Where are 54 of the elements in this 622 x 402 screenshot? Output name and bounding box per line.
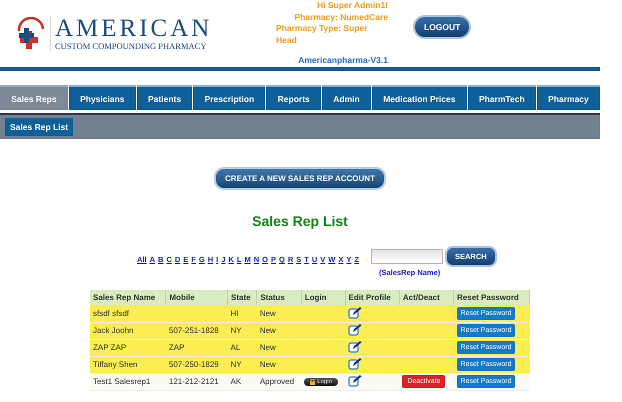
version-text: Americanpharma-V3.1: [298, 55, 388, 67]
table-cell: ZAP ZAP: [90, 339, 166, 356]
pharmacy-text: Pharmacy: NumedCare: [294, 12, 388, 24]
nav-tab[interactable]: Medication Prices: [372, 85, 467, 110]
nav-tab[interactable]: Physicians: [68, 85, 136, 110]
nav-tab[interactable]: PharmTech: [468, 85, 536, 110]
table-cell: Jack Joohn: [90, 322, 166, 339]
greeting-text: Hi Super Admin1!: [317, 0, 388, 12]
table-cell: NY: [228, 356, 257, 373]
table-cell: AL: [228, 339, 257, 356]
table-cell: sfsdf sfsdf: [90, 305, 166, 322]
table-cell: Tiffany Shen: [90, 356, 166, 373]
column-header: Mobile: [166, 290, 228, 305]
edit-icon[interactable]: [348, 306, 362, 319]
table-cell: 507-250-1829: [166, 356, 228, 373]
table-cell: Test1 Salesrep1: [90, 373, 166, 390]
table-cell: AK: [228, 373, 257, 390]
nav-tab[interactable]: Pharmacy: [536, 85, 600, 110]
nav-tab[interactable]: Prescription: [193, 85, 266, 110]
table-cell: New: [256, 339, 302, 356]
edit-icon[interactable]: [348, 323, 362, 336]
edit-icon[interactable]: [348, 340, 362, 353]
column-header: Login: [301, 290, 346, 305]
create-account-button[interactable]: CREATE A NEW SALES REP ACCOUNT: [214, 167, 386, 190]
table-cell: Approved: [256, 373, 302, 390]
logo-subtitle: CUSTOM COMPOUNDING PHARMACY: [55, 41, 208, 51]
table-cell: New: [256, 305, 302, 322]
pharmacy-type-text: Pharmacy Type: Super Head: [276, 23, 368, 46]
logo-cross-icon: [16, 16, 46, 50]
table-cell: New: [256, 322, 302, 339]
table-cell: New: [256, 356, 302, 373]
page-heading: Sales Rep List: [252, 213, 348, 229]
table-cell: NY: [228, 322, 257, 339]
table-cell: 121-212-2121: [166, 373, 228, 390]
table-cell: 507-251-1828: [166, 322, 228, 339]
edit-icon[interactable]: [348, 374, 362, 387]
column-header: Act/Deact: [399, 290, 454, 305]
column-header: Reset Password: [454, 290, 530, 305]
lock-icon: [310, 378, 316, 384]
nav-tab[interactable]: Admin: [322, 85, 371, 110]
edit-icon[interactable]: [348, 357, 362, 370]
logout-button[interactable]: LOGOUT: [413, 14, 472, 38]
subnav-tab[interactable]: Sales Rep List: [5, 118, 74, 136]
table-cell: ZAP: [166, 339, 228, 356]
nav-tab[interactable]: Reports: [266, 85, 322, 110]
column-header: Sales Rep Name: [90, 290, 166, 305]
column-header: State: [228, 290, 257, 305]
column-header: Status: [256, 290, 302, 305]
search-field[interactable]: [371, 249, 443, 264]
table-cell: HI: [228, 305, 257, 322]
column-header: Edit Profile: [345, 290, 400, 305]
nav-tab[interactable]: Sales Reps: [0, 85, 68, 110]
logo-title: AMERICAN: [55, 16, 212, 41]
nav-tab[interactable]: Patients: [136, 85, 192, 110]
